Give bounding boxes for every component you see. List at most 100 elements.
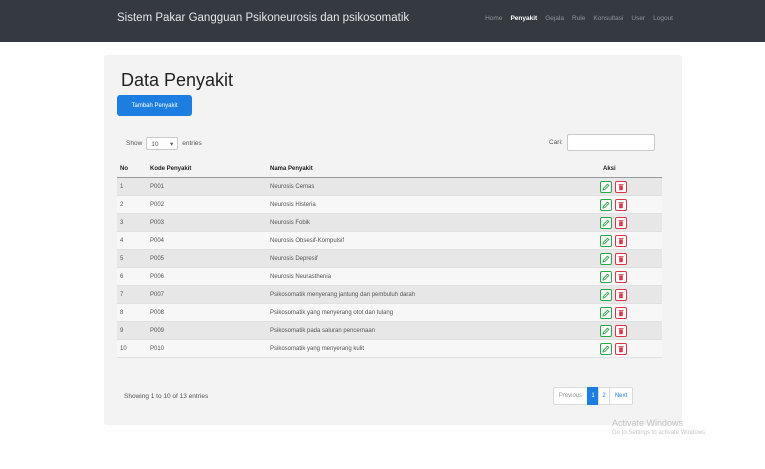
entries-label: entries <box>182 140 202 147</box>
content-card: Data Penyakit Tambah Penyakit Show 10 ▾ … <box>104 55 682 425</box>
edit-button[interactable] <box>600 216 612 229</box>
cell-nama: Neurosis Fobik <box>267 213 600 232</box>
table-info: Showing 1 to 10 of 13 entries <box>124 393 209 400</box>
cell-no: 3 <box>117 213 147 232</box>
search-label: Cari: <box>549 139 563 146</box>
nav-item-user[interactable]: User <box>631 15 645 22</box>
entries-length-control: Show 10 ▾ entries <box>126 137 202 150</box>
table-row: 8 P008 Psikosomatik yang menyerang otot da… <box>117 303 662 322</box>
cell-aksi <box>600 339 662 358</box>
edit-button[interactable] <box>600 252 612 265</box>
top-navbar: Sistem Pakar Gangguan Psikoneurosis dan … <box>0 0 765 42</box>
edit-button[interactable] <box>600 324 612 337</box>
nav-item-logout[interactable]: Logout <box>653 15 673 22</box>
nav-item-konsultasi[interactable]: Konsultasi <box>593 15 623 22</box>
delete-button[interactable] <box>615 306 627 319</box>
delete-button[interactable] <box>615 270 627 283</box>
add-penyakit-button[interactable]: Tambah Penyakit <box>117 95 192 116</box>
edit-button[interactable] <box>600 198 612 211</box>
cell-kode: P005 <box>147 249 267 268</box>
cell-kode: P006 <box>147 267 267 286</box>
table-row: 5 P005 Neurosis Depresif <box>117 249 662 268</box>
cell-no: 10 <box>117 339 147 358</box>
cell-kode: P003 <box>147 213 267 232</box>
table-row: 6 P006 Neurosis Neurasthenia <box>117 267 662 286</box>
navbar-brand[interactable]: Sistem Pakar Gangguan Psikoneurosis dan … <box>117 12 409 24</box>
delete-button[interactable] <box>615 288 627 301</box>
edit-button[interactable] <box>600 342 612 355</box>
nav-item-home[interactable]: Home <box>485 15 502 22</box>
cell-kode: P007 <box>147 285 267 304</box>
table-row: 10 P010 Psikosomatik yang menyerang kulit <box>117 339 662 358</box>
cell-aksi <box>600 177 662 196</box>
pagination-next[interactable]: Next <box>609 387 633 405</box>
header-nama-penyakit[interactable]: Nama Penyakit <box>267 161 600 178</box>
windows-watermark: Activate Windows Go to Settings to activ… <box>612 418 707 436</box>
entries-length-select[interactable]: 10 ▾ <box>146 137 179 150</box>
delete-button[interactable] <box>615 216 627 229</box>
cell-kode: P010 <box>147 339 267 358</box>
cell-nama: Neurosis Histeria <box>267 195 600 214</box>
page-title: Data Penyakit <box>121 70 234 90</box>
cell-no: 1 <box>117 177 147 196</box>
table-row: 1 P001 Neurosis Cemas <box>117 177 662 196</box>
watermark-subtitle: Go to Settings to activate Windows. <box>612 430 707 436</box>
penyakit-table: No Kode Penyakit Nama Penyakit Aksi 1 P00… <box>117 161 662 358</box>
cell-nama: Neurosis Depresif <box>267 249 600 268</box>
length-value: 10 <box>151 141 159 148</box>
edit-button[interactable] <box>600 288 612 301</box>
cell-nama: Neurosis Obsesif-Kompulsif <box>267 231 600 250</box>
nav-item-gejala[interactable]: Gejala <box>545 15 564 22</box>
cell-aksi <box>600 303 662 322</box>
table-row: 9 P009 Psikosomatik pada saluran pencernaa… <box>117 321 662 340</box>
cell-aksi <box>600 231 662 250</box>
cell-aksi <box>600 249 662 268</box>
header-no[interactable]: No <box>117 161 147 178</box>
show-label: Show <box>126 140 143 147</box>
nav-menu: Home Penyakit Gejala Rule Konsultasi User Logo… <box>485 15 673 22</box>
table-row: 4 P004 Neurosis Obsesif-Kompulsif <box>117 231 662 250</box>
cell-aksi <box>600 213 662 232</box>
edit-button[interactable] <box>600 306 612 319</box>
pagination: Previous 1 2 Next <box>553 387 633 405</box>
delete-button[interactable] <box>615 342 627 355</box>
cell-no: 9 <box>117 321 147 340</box>
cell-no: 8 <box>117 303 147 322</box>
watermark-title: Activate Windows <box>612 418 684 428</box>
search-input[interactable] <box>566 134 655 151</box>
cell-aksi <box>600 267 662 286</box>
edit-button[interactable] <box>600 234 612 247</box>
cell-nama: Psikosomatik yang menyerang otot dan tul… <box>267 303 600 322</box>
cell-no: 7 <box>117 285 147 304</box>
pagination-previous[interactable]: Previous <box>553 387 588 405</box>
nav-item-rule[interactable]: Rule <box>572 15 585 22</box>
cell-nama: Psikosomatik menyerang jantung dan pembu… <box>267 285 600 304</box>
cell-no: 6 <box>117 267 147 286</box>
table-row: 7 P007 Psikosomatik menyerang jantung dan … <box>117 285 662 304</box>
cell-kode: P004 <box>147 231 267 250</box>
cell-no: 4 <box>117 231 147 250</box>
cell-aksi <box>600 285 662 304</box>
delete-button[interactable] <box>615 180 627 193</box>
delete-button[interactable] <box>615 234 627 247</box>
cell-kode: P008 <box>147 303 267 322</box>
header-kode-penyakit[interactable]: Kode Penyakit <box>147 161 267 178</box>
cell-nama: Neurosis Cemas <box>267 177 600 196</box>
cell-no: 2 <box>117 195 147 214</box>
cell-kode: P001 <box>147 177 267 196</box>
edit-button[interactable] <box>600 180 612 193</box>
cell-kode: P002 <box>147 195 267 214</box>
delete-button[interactable] <box>615 324 627 337</box>
cell-no: 5 <box>117 249 147 268</box>
table-header-row: No Kode Penyakit Nama Penyakit Aksi <box>117 161 662 178</box>
delete-button[interactable] <box>615 252 627 265</box>
cell-aksi <box>600 321 662 340</box>
cell-aksi <box>600 195 662 214</box>
edit-button[interactable] <box>600 270 612 283</box>
delete-button[interactable] <box>615 198 627 211</box>
chevron-down-icon: ▾ <box>170 141 174 148</box>
cell-nama: Psikosomatik pada saluran pencernaan <box>267 321 600 340</box>
header-aksi: Aksi <box>600 161 662 178</box>
nav-item-penyakit[interactable]: Penyakit <box>510 15 537 22</box>
table-row: 2 P002 Neurosis Histeria <box>117 195 662 214</box>
